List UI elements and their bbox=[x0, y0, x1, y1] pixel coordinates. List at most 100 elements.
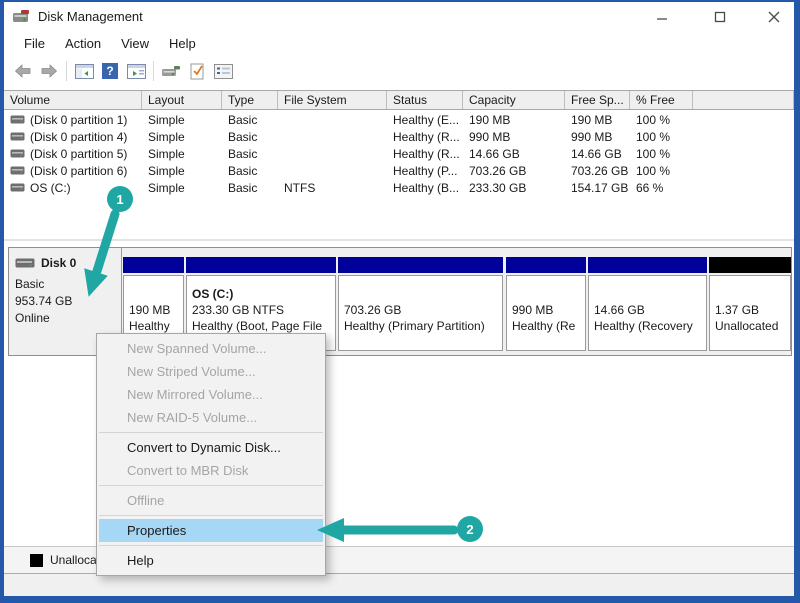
partition-size: 14.66 GB bbox=[594, 302, 701, 318]
cell-capacity: 990 MB bbox=[463, 130, 565, 144]
menu-item-help[interactable]: Help bbox=[97, 549, 325, 572]
menu-item-convert-to-mbr-disk: Convert to MBR Disk bbox=[97, 459, 325, 482]
cell-volume: (Disk 0 partition 6) bbox=[30, 164, 127, 178]
task-check-icon[interactable] bbox=[184, 59, 210, 83]
cell-capacity: 703.26 GB bbox=[463, 164, 565, 178]
menu-bar: File Action View Help bbox=[4, 30, 794, 56]
column-free-space[interactable]: Free Sp... bbox=[565, 91, 630, 109]
partition-status: Healthy (Boot, Page File bbox=[192, 318, 330, 334]
minimize-button[interactable] bbox=[645, 6, 679, 28]
column-capacity[interactable]: Capacity bbox=[463, 91, 565, 109]
toolbar: ? bbox=[4, 56, 794, 86]
status-bar bbox=[4, 573, 794, 596]
partition-bar bbox=[186, 257, 336, 273]
back-icon[interactable] bbox=[10, 59, 36, 83]
volume-table-header: Volume Layout Type File System Status Ca… bbox=[4, 90, 794, 110]
toolbar-separator bbox=[66, 61, 67, 81]
cell-type: Basic bbox=[222, 147, 278, 161]
cell-free-space: 154.17 GB bbox=[565, 181, 630, 195]
column-type[interactable]: Type bbox=[222, 91, 278, 109]
partition-block-unallocated[interactable]: 1.37 GB Unallocated bbox=[709, 257, 791, 353]
menu-help[interactable]: Help bbox=[159, 32, 206, 55]
action-pane-icon[interactable] bbox=[123, 59, 149, 83]
disk-icon bbox=[15, 257, 35, 269]
column-status[interactable]: Status bbox=[387, 91, 463, 109]
cell-capacity: 233.30 GB bbox=[463, 181, 565, 195]
cell-type: Basic bbox=[222, 181, 278, 195]
cell-free-space: 703.26 GB bbox=[565, 164, 630, 178]
column-layout[interactable]: Layout bbox=[142, 91, 222, 109]
cell-pct-free: 66 % bbox=[630, 181, 693, 195]
menu-action[interactable]: Action bbox=[55, 32, 111, 55]
partition-block-3[interactable]: 703.26 GB Healthy (Primary Partition) bbox=[338, 257, 503, 353]
table-row[interactable]: (Disk 0 partition 4) Simple Basic Health… bbox=[4, 128, 794, 145]
column-file-system[interactable]: File System bbox=[278, 91, 387, 109]
cell-volume: (Disk 0 partition 4) bbox=[30, 130, 127, 144]
table-row[interactable]: (Disk 0 partition 6) Simple Basic Health… bbox=[4, 162, 794, 179]
console-tree-icon[interactable] bbox=[71, 59, 97, 83]
partition-status: Healthy (Primary Partition) bbox=[344, 318, 497, 334]
partition-bar bbox=[123, 257, 184, 273]
cell-file-system: NTFS bbox=[278, 181, 387, 195]
cell-status: Healthy (E... bbox=[387, 113, 463, 127]
close-button[interactable] bbox=[757, 6, 791, 28]
maximize-button[interactable] bbox=[703, 6, 737, 28]
disk-name: Disk 0 bbox=[41, 256, 76, 270]
partition-block-5[interactable]: 14.66 GB Healthy (Recovery bbox=[588, 257, 707, 353]
cell-layout: Simple bbox=[142, 164, 222, 178]
partition-status: Healthy bbox=[129, 318, 178, 334]
menu-separator bbox=[99, 515, 323, 516]
menu-item-new-raid5-volume: New RAID-5 Volume... bbox=[97, 406, 325, 429]
menu-separator bbox=[99, 545, 323, 546]
disk-device-icon[interactable] bbox=[158, 59, 184, 83]
menu-item-properties[interactable]: Properties bbox=[99, 519, 323, 542]
menu-view[interactable]: View bbox=[111, 32, 159, 55]
table-row[interactable]: (Disk 0 partition 1) Simple Basic Health… bbox=[4, 111, 794, 128]
cell-capacity: 14.66 GB bbox=[463, 147, 565, 161]
menu-item-new-striped-volume: New Striped Volume... bbox=[97, 360, 325, 383]
column-volume[interactable]: Volume bbox=[4, 91, 142, 109]
cell-status: Healthy (P... bbox=[387, 164, 463, 178]
annotation-arrow-2 bbox=[317, 518, 454, 542]
task-list-icon[interactable] bbox=[210, 59, 236, 83]
column-filler bbox=[693, 91, 794, 109]
cell-type: Basic bbox=[222, 113, 278, 127]
column-pct-free[interactable]: % Free bbox=[630, 91, 693, 109]
pane-divider[interactable] bbox=[4, 239, 794, 241]
volume-icon bbox=[10, 115, 25, 124]
cell-type: Basic bbox=[222, 164, 278, 178]
partition-size: 233.30 GB NTFS bbox=[192, 302, 330, 318]
volume-icon bbox=[10, 149, 25, 158]
cell-capacity: 190 MB bbox=[463, 113, 565, 127]
menu-separator bbox=[99, 485, 323, 486]
cell-layout: Simple bbox=[142, 147, 222, 161]
partition-bar bbox=[506, 257, 586, 273]
menu-file[interactable]: File bbox=[14, 32, 55, 55]
window-border-left bbox=[0, 0, 4, 603]
volume-icon bbox=[10, 166, 25, 175]
volume-icon bbox=[10, 132, 25, 141]
unallocated-swatch bbox=[30, 554, 43, 567]
toolbar-separator bbox=[153, 61, 154, 81]
help-icon[interactable]: ? bbox=[97, 59, 123, 83]
cell-pct-free: 100 % bbox=[630, 113, 693, 127]
forward-icon[interactable] bbox=[36, 59, 62, 83]
cell-volume: OS (C:) bbox=[30, 181, 71, 195]
cell-pct-free: 100 % bbox=[630, 130, 693, 144]
disk-management-icon bbox=[12, 9, 30, 23]
cell-pct-free: 100 % bbox=[630, 147, 693, 161]
menu-item-new-spanned-volume: New Spanned Volume... bbox=[97, 337, 325, 360]
table-row[interactable]: (Disk 0 partition 5) Simple Basic Health… bbox=[4, 145, 794, 162]
window-border-bottom bbox=[0, 596, 800, 603]
partition-size: 990 MB bbox=[512, 302, 580, 318]
partition-status: Healthy (Re bbox=[512, 318, 580, 334]
window-border-right bbox=[794, 0, 800, 603]
window-border-top bbox=[0, 0, 800, 2]
menu-item-convert-to-dynamic-disk[interactable]: Convert to Dynamic Disk... bbox=[97, 436, 325, 459]
menu-separator bbox=[99, 432, 323, 433]
step-badge-2: 2 bbox=[457, 516, 483, 542]
volume-icon bbox=[10, 183, 25, 192]
title-bar: Disk Management bbox=[4, 2, 794, 30]
partition-bar bbox=[338, 257, 503, 273]
partition-block-4[interactable]: 990 MB Healthy (Re bbox=[506, 257, 586, 353]
